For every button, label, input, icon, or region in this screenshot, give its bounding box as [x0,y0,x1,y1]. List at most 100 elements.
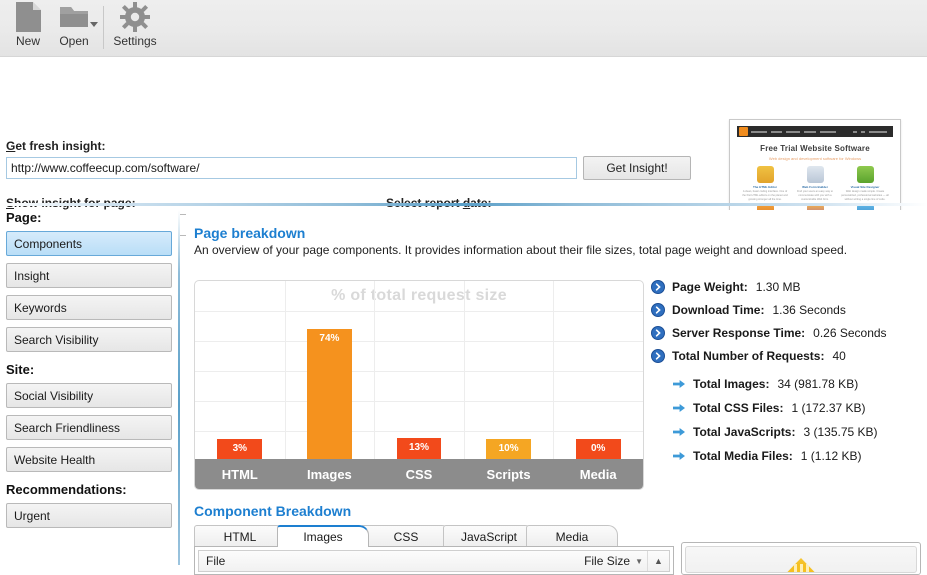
sidebar-item-label: Insight [14,268,50,283]
tab-css[interactable]: CSS [360,525,452,547]
blue-chevron-circle-icon [651,326,665,340]
sidebar-item-label: Search Visibility [14,332,99,347]
toolbar: New Open Settings [0,0,927,57]
sidebar-item-search-visibility[interactable]: Search Visibility [6,327,172,352]
tab-javascript[interactable]: JavaScript [443,525,535,547]
stat-label: Total CSS Files: [693,401,784,415]
stat-subrow: Total JavaScripts: 3 (135.75 KB) [651,425,927,439]
component-table-header: File File Size ▼ ▲ [198,550,670,572]
chart-bar-label: 10% [498,443,519,454]
tab-label: CSS [393,529,419,544]
stat-value: 40 [832,349,846,363]
stat-label: Total JavaScripts: [693,425,796,439]
stat-label: Page Weight: [672,280,748,294]
tab-label: Media [555,529,589,544]
tab-images[interactable]: Images [277,525,369,547]
tab-label: HTML [223,529,257,544]
chart-bar-scripts: 10% [486,439,531,461]
chart-bar-label: 13% [408,441,429,453]
stat-label: Total Images: [693,377,770,391]
stat-value: 0.26 Seconds [813,326,887,340]
sort-descending-icon: ▼ [635,556,643,566]
blue-chevron-circle-icon [651,349,665,363]
blue-arrow-icon [673,428,685,436]
coffeecup-logo-icon [739,127,748,136]
chart-bar-media: 0% [575,439,621,461]
sidebar-item-urgent[interactable]: Urgent [6,503,172,528]
page-description: An overview of your page components. It … [194,243,848,257]
chart-bar-label: 3% [232,443,248,454]
sidebar-item-website-health[interactable]: Website Health [6,447,172,472]
thumbnail-headline: Free Trial Website Software [760,144,870,153]
sidebar-item-components[interactable]: Components [6,231,172,256]
chart-bar-html: 3% [217,439,263,461]
get-insight-button[interactable]: Get Insight! [583,156,691,180]
sidebar-item-label: Search Friendliness [14,420,121,435]
sidebar-item-keywords[interactable]: Keywords [6,295,172,320]
chart-axis-label-media: Media [579,466,617,482]
blue-arrow-icon [673,404,685,412]
sidebar-item-search-friendliness[interactable]: Search Friendliness [6,415,172,440]
thumbnail-product: Web Form Builder Find your users an easy… [791,166,839,202]
gauge-widget [685,546,917,573]
sidebar-divider [178,210,180,565]
component-breakdown-title: Component Breakdown [194,503,352,519]
new-document-icon [14,2,42,32]
column-header-file-size[interactable]: File Size ▼ [584,554,647,568]
open-dropdown-caret-icon[interactable] [90,22,98,27]
tab-html[interactable]: HTML [194,525,286,547]
stat-value: 3 (135.75 KB) [803,425,878,439]
chart-gridline [463,281,465,461]
blue-arrow-icon [673,452,685,460]
sidebar-item-label: Social Visibility [14,388,94,403]
tab-media[interactable]: Media [526,525,618,547]
chart-plot-area: % of total request size 3% 74% 13% 10% 0% [195,281,643,461]
stat-label: Total Media Files: [693,449,793,463]
thumbnail-subheadline: Web design and development software for … [768,156,862,161]
chart-gridline [195,431,643,432]
sidebar-item-label: Urgent [14,508,51,523]
stat-row: Server Response Time: 0.26 Seconds [651,326,927,340]
chart-axis-label-css: CSS [405,466,433,482]
stat-row: Download Time: 1.36 Seconds [651,303,927,317]
chart-gridline [195,401,643,402]
page-breakdown-chart: % of total request size 3% 74% 13% 10% 0% HT… [194,280,644,490]
chart-gridline [553,281,555,461]
thumbnail-navbar [737,126,893,137]
new-button[interactable]: New [4,2,52,54]
stats-primary-list: Page Weight: 1.30 MB Download Time: 1.36 Se… [651,280,927,363]
chevron-up-icon[interactable]: ▲ [647,551,669,571]
chart-gridline [195,311,643,312]
sidebar-heading-page: Page: [6,210,42,225]
chart-gridline [195,341,643,342]
open-folder-icon [58,2,90,32]
chart-axis-label-images: Images [306,466,352,482]
stat-subrow: Total CSS Files: 1 (172.37 KB) [651,401,927,415]
stat-value: 1.36 Seconds [772,303,846,317]
toolbar-divider [103,6,104,49]
chart-category-axis: HTML Images CSS Scripts Media [195,459,643,489]
column-header-file[interactable]: File [199,554,584,568]
thumbnail-product: Visual Site Designer Web design made sim… [841,166,889,202]
sidebar-item-label: Components [14,236,83,251]
sidebar-heading-recommendations: Recommendations: [6,482,127,497]
stat-value: 34 (981.78 KB) [777,377,859,391]
sidebar: Page: Components Insight Keywords Search Vis… [0,210,178,565]
insight-form: Get fresh insight: Get Insight! Show ins… [0,57,927,254]
chart-bar-label: 0% [590,443,606,454]
sidebar-item-insight[interactable]: Insight [6,263,172,288]
chart-bar-images: 74% [307,329,352,461]
stat-row: Page Weight: 1.30 MB [651,280,927,294]
open-button[interactable]: Open [50,2,98,54]
secondary-widget-panel [681,542,921,575]
url-input[interactable] [6,157,577,179]
stat-subrow: Total Images: 34 (981.78 KB) [651,377,927,391]
new-button-label: New [15,34,40,48]
tab-label: JavaScript [460,529,518,544]
chart-gridline [195,371,643,372]
settings-button[interactable]: Settings [106,2,164,54]
sidebar-item-social-visibility[interactable]: Social Visibility [6,383,172,408]
section-divider [0,203,927,206]
page-title: Page breakdown [194,225,306,241]
settings-button-label: Settings [113,34,157,48]
